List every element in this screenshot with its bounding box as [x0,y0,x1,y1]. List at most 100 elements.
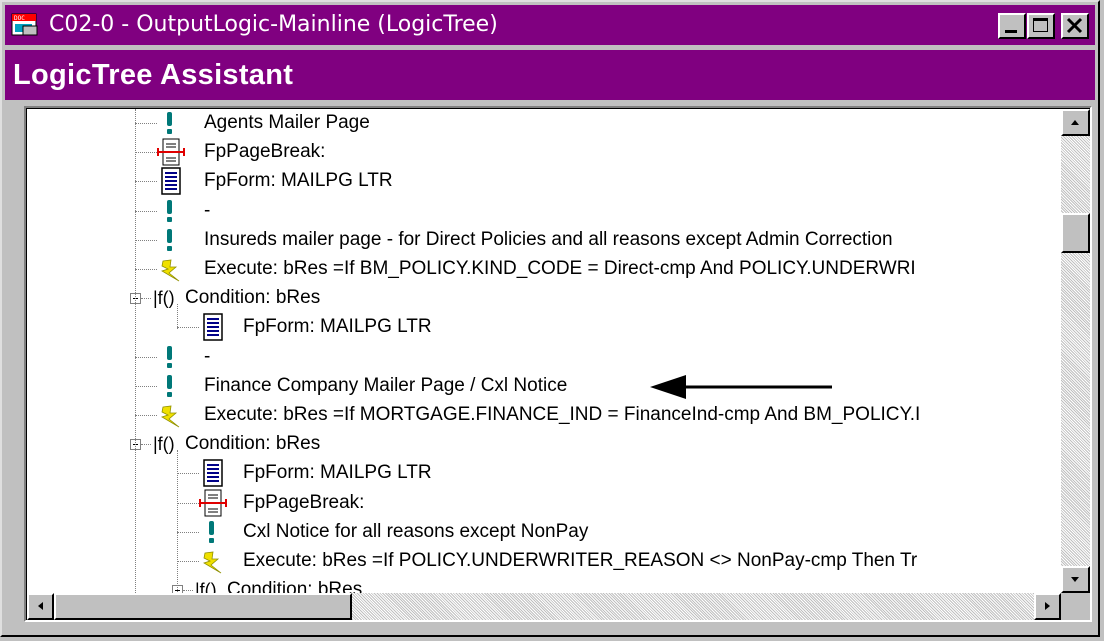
tree-node[interactable]: Cxl Notice for all reasons except NonPay [27,518,1061,547]
condition-icon: |f() [153,434,175,455]
tree-connector [135,385,157,387]
tree-connector [177,531,199,533]
svg-text:DOC: DOC [14,15,25,22]
tree-node-label: Agents Mailer Page [204,112,370,133]
comment-icon [157,372,185,401]
tree-node[interactable]: Finance Company Mailer Page / Cxl Notice [27,372,1061,401]
tree-connector [177,473,199,475]
minimize-button[interactable] [998,13,1026,39]
logic-tree[interactable]: Agents Mailer Page FpPageBreak: FpForm: MA… [27,109,1061,593]
tree-node-label: Finance Company Mailer Page / Cxl Notice [204,374,568,396]
tree-node[interactable]: FpForm: MAILPG LTR [27,459,1061,488]
condition-icon: |f() [195,580,217,593]
tree-node-label: Condition: bRes [185,287,321,309]
execute-icon [157,255,185,284]
tree-connector [141,444,151,446]
tree-connector [135,415,157,416]
comment-icon [157,226,185,255]
scroll-corner [1061,593,1090,620]
tree-node-label: Cxl Notice for all reasons except NonPay [243,520,589,542]
tree-node-label: Condition: bRes [185,433,321,455]
tree-connector [135,181,157,183]
tree-node-label: - [204,345,211,367]
tree-branch [177,304,178,330]
tree-node-label: Execute: bRes =If POLICY.UNDERWRITER_REA… [243,550,918,571]
tree-connector [135,356,157,358]
tree-node-label: FpPageBreak: [204,141,326,163]
close-icon [1066,17,1083,34]
tree-node[interactable]: FpForm: MAILPG LTR [27,313,1061,342]
comment-icon [157,109,185,138]
tree-connector [177,327,199,329]
scroll-down-button[interactable] [1061,566,1090,593]
tree-connector [135,152,157,154]
tree-node[interactable]: FpPageBreak: [27,489,1061,518]
tree-node-label: FpForm: MAILPG LTR [204,170,393,192]
maximize-icon [1033,18,1048,32]
tree-branch [177,450,178,593]
tree-node-label: FpPageBreak: [243,491,365,513]
form-icon [199,459,227,488]
title-bar[interactable]: DOC C02-0 - OutputLogic-Mainline (LogicT… [5,5,1095,45]
arrow-left-icon [38,602,43,610]
tree-node[interactable]: FpForm: MAILPG LTR [27,167,1061,196]
tree-trunk [135,109,136,593]
scroll-thumb[interactable] [1061,213,1090,253]
tree-node[interactable]: |f() Condition: bRes [27,430,1061,459]
window-title: C02-0 - OutputLogic-Mainline (LogicTree) [49,12,498,37]
comment-icon [157,343,185,372]
assistant-title: LogicTree Assistant [13,59,294,91]
tree-node-label: Execute: bRes =If MORTGAGE.FINANCE_IND =… [204,404,921,425]
tree-connector [177,502,199,504]
maximize-button[interactable] [1027,13,1055,39]
comment-icon [157,197,185,226]
arrow-down-icon [1071,577,1079,582]
tree-node[interactable]: Execute: bRes =If MORTGAGE.FINANCE_IND =… [27,401,1061,430]
execute-icon [199,547,227,576]
tree-node-label: FpForm: MAILPG LTR [243,316,432,338]
minimize-icon [1005,30,1017,33]
form-icon [157,167,185,196]
tree-connector [135,239,157,241]
tree-node[interactable]: Execute: bRes =If POLICY.UNDERWRITER_REA… [27,547,1061,576]
vertical-scrollbar[interactable] [1061,109,1090,593]
form-icon [199,313,227,342]
scroll-left-button[interactable] [27,593,54,620]
assistant-header: LogicTree Assistant [5,50,1095,100]
tree-node-label: - [204,199,211,221]
arrow-up-icon [1071,120,1079,125]
scroll-up-button[interactable] [1061,109,1090,136]
tree-node-label: Insureds mailer page - for Direct Polici… [204,228,893,250]
tree-node[interactable]: |f() Condition: bRes [27,576,1061,593]
tree-node-label: Execute: bRes =If BM_POLICY.KIND_CODE = … [204,258,916,279]
arrow-right-icon [1045,602,1050,610]
tree-connector [135,210,157,212]
tree-connector [135,269,157,270]
tree-connector [141,298,151,300]
logictree-window: DOC C02-0 - OutputLogic-Mainline (LogicT… [0,0,1100,637]
page-break-icon [199,489,227,518]
tree-connector [177,561,199,562]
tree-node[interactable]: Agents Mailer Page [27,109,1061,138]
tree-node[interactable]: Insureds mailer page - for Direct Polici… [27,226,1061,255]
tree-node-label: Condition: bRes [227,579,363,593]
tree-node[interactable]: Execute: bRes =If BM_POLICY.KIND_CODE = … [27,255,1061,284]
tree-node[interactable]: FpPageBreak: [27,138,1061,167]
tree-node-label: FpForm: MAILPG LTR [243,462,432,484]
execute-icon [157,401,185,430]
hscroll-thumb[interactable] [54,593,352,620]
tree-panel: Agents Mailer Page FpPageBreak: FpForm: MA… [24,106,1092,622]
tree-node[interactable]: - [27,343,1061,372]
condition-icon: |f() [153,288,175,309]
scroll-right-button[interactable] [1034,593,1061,620]
doc-icon[interactable]: DOC [11,13,39,37]
tree-connector [135,123,157,124]
page-break-icon [157,138,185,167]
tree-node[interactable]: |f() Condition: bRes [27,284,1061,313]
horizontal-scrollbar[interactable] [27,593,1061,620]
tree-connector [183,590,193,592]
tree-node[interactable]: - [27,197,1061,226]
comment-icon [199,518,227,547]
arrow-left-icon [650,375,832,399]
close-button[interactable] [1061,13,1089,39]
